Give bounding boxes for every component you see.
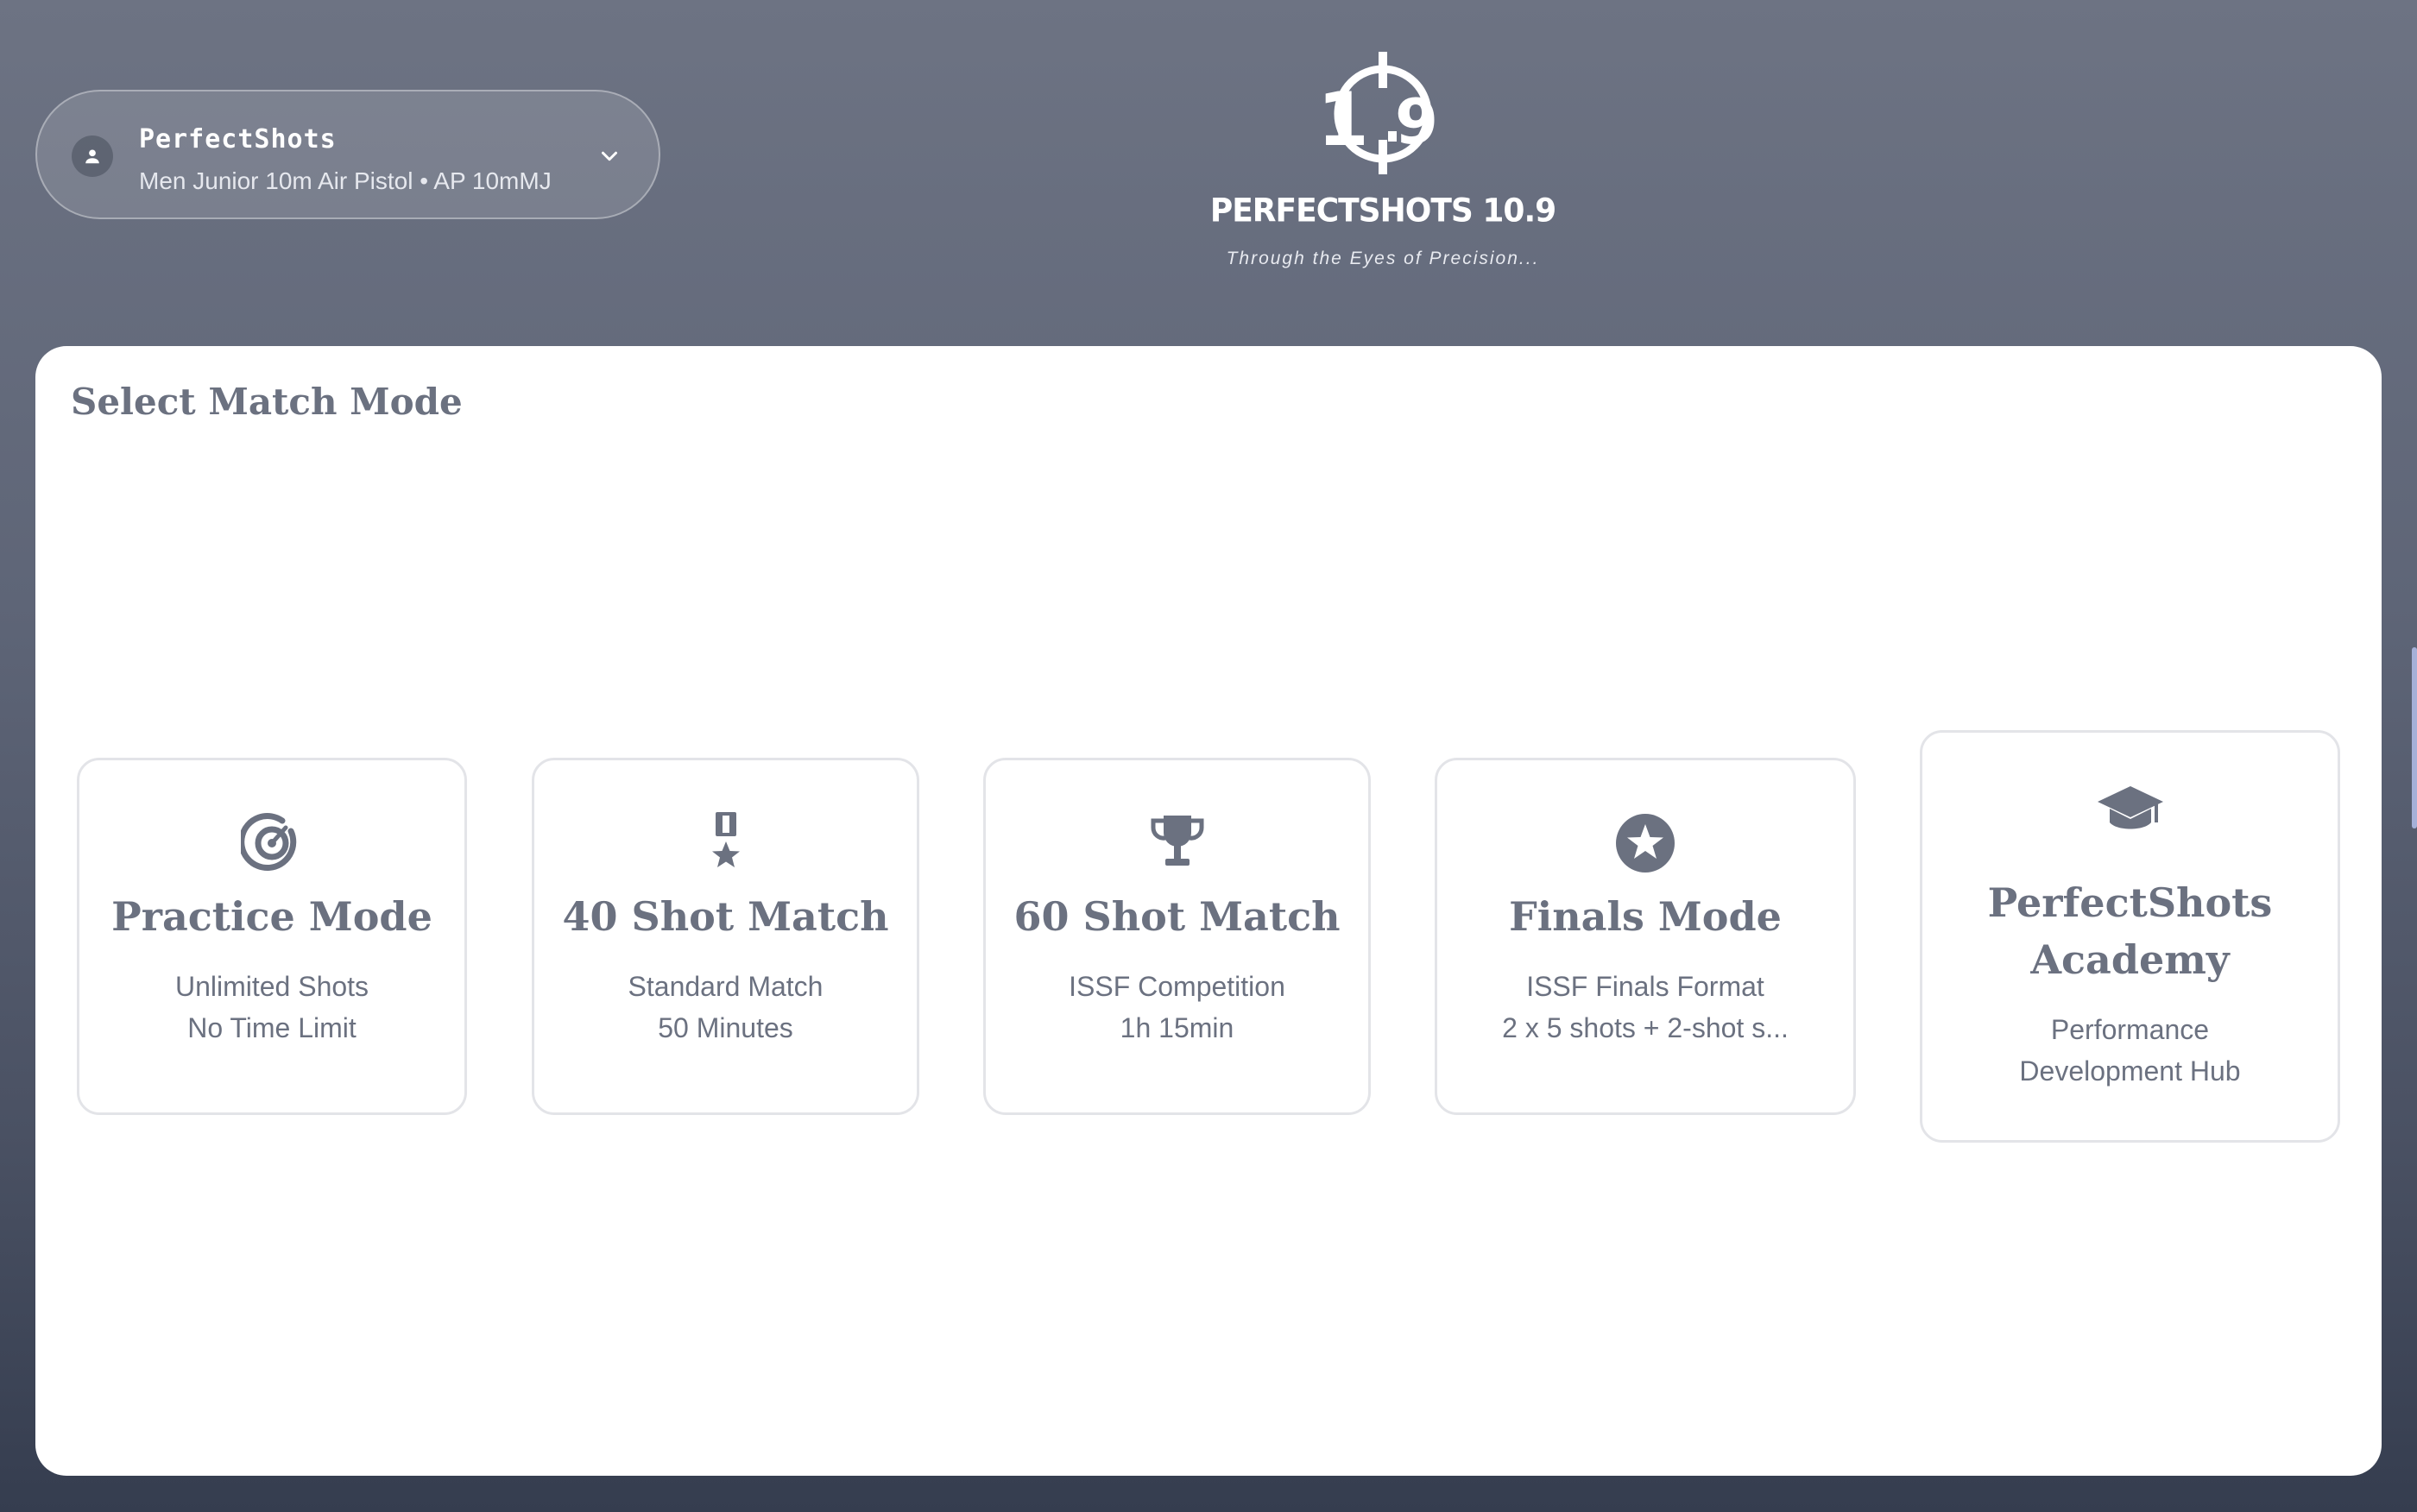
- page-title: Select Match Mode: [71, 381, 463, 423]
- mode-card-60-shot[interactable]: 60 Shot Match ISSF Competition 1h 15min: [983, 758, 1371, 1115]
- mode-title: Practice Mode: [111, 893, 432, 940]
- mode-title: 60 Shot Match: [1013, 893, 1341, 940]
- mode-title: PerfectShots Academy: [1987, 879, 2273, 983]
- profile-selector[interactable]: PerfectShots Men Junior 10m Air Pistol •…: [35, 90, 660, 219]
- person-icon: [72, 135, 113, 177]
- brand-logo: 1 9: [1312, 50, 1455, 180]
- star-icon: [1614, 812, 1676, 879]
- profile-event: Men Junior 10m Air Pistol • AP 10mMJ: [139, 167, 552, 194]
- mode-card-practice[interactable]: Practice Mode Unlimited Shots No Time Li…: [77, 758, 467, 1115]
- mode-description: ISSF Competition 1h 15min: [1069, 971, 1285, 1043]
- trophy-icon: [1146, 812, 1208, 879]
- medal-icon: [695, 812, 757, 879]
- svg-text:1: 1: [1317, 77, 1369, 163]
- target-icon: [238, 812, 303, 879]
- mode-description: ISSF Finals Format 2 x 5 shots + 2-shot …: [1502, 971, 1789, 1043]
- graduation-cap-icon: [2096, 784, 2165, 844]
- mode-description: Standard Match 50 Minutes: [628, 971, 824, 1043]
- svg-text:9: 9: [1395, 85, 1438, 158]
- mode-card-academy[interactable]: PerfectShots Academy Performance Develop…: [1920, 730, 2340, 1143]
- chevron-down-icon[interactable]: [596, 143, 622, 173]
- profile-name: PerfectShots: [139, 124, 337, 154]
- mode-card-40-shot[interactable]: 40 Shot Match Standard Match 50 Minutes: [532, 758, 919, 1115]
- brand-name: PERFECTSHOTS 10.9: [1209, 192, 1556, 230]
- mode-description: Unlimited Shots No Time Limit: [174, 971, 369, 1043]
- mode-title: 40 Shot Match: [562, 893, 889, 940]
- mode-card-finals[interactable]: Finals Mode ISSF Finals Format 2 x 5 sho…: [1435, 758, 1856, 1115]
- mode-title: Finals Mode: [1509, 893, 1782, 940]
- brand-tagline: Through the Eyes of Precision...: [1226, 249, 1540, 268]
- scroll-indicator[interactable]: [2412, 647, 2417, 828]
- mode-description: Performance Development Hub: [2019, 1014, 2241, 1087]
- match-mode-panel: Select Match Mode Practice Mode Unlimite…: [35, 346, 2382, 1476]
